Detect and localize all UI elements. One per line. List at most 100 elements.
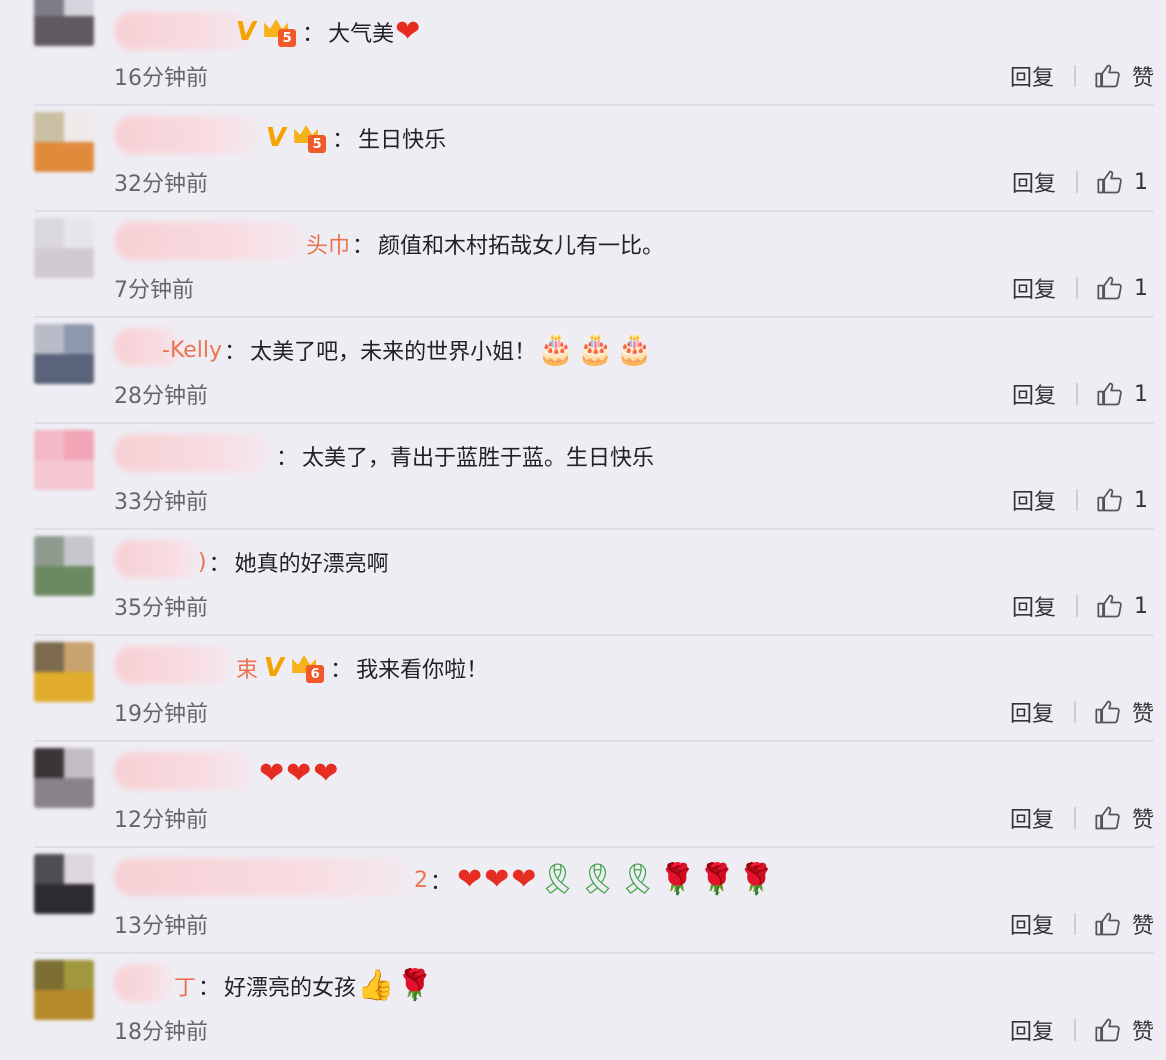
comment-actions: 回复 1: [1012, 586, 1154, 626]
thumbs-up-icon[interactable]: [1096, 592, 1124, 620]
avatar[interactable]: [34, 960, 94, 1020]
user-name-blurred[interactable]: [114, 222, 306, 260]
comment-row: ❤ ❤ ❤ 12分钟前 回复 赞: [0, 742, 1166, 848]
user-name-blurred[interactable]: [114, 116, 260, 154]
ribbon-emoji-icon: 🎗: [618, 862, 657, 897]
user-name-blurred[interactable]: [114, 752, 254, 790]
user-name-blurred[interactable]: [114, 964, 174, 1002]
verified-v-icon: V: [233, 17, 259, 47]
reply-button[interactable]: 回复: [1012, 166, 1056, 198]
reply-button[interactable]: 回复: [1010, 1014, 1054, 1046]
user-name-blurred[interactable]: [114, 858, 412, 896]
comment-line: 丁 ： 好漂亮的女孩 👍 🌹: [174, 968, 434, 1003]
comment-actions: 回复 赞: [1010, 904, 1154, 944]
user-name-blurred[interactable]: [114, 540, 202, 578]
vip-crown-icon: 5: [262, 17, 297, 47]
like-button[interactable]: 赞: [1132, 696, 1154, 728]
comment-time: 35分钟前: [114, 596, 208, 621]
heart-emoji-icon: ❤: [313, 756, 339, 791]
heart-emoji-icon: ❤: [286, 756, 312, 791]
avatar[interactable]: [34, 0, 94, 46]
thumbs-up-icon[interactable]: [1094, 62, 1122, 90]
avatar[interactable]: [34, 218, 94, 278]
thumbs-up-icon[interactable]: [1094, 698, 1122, 726]
user-name-tail[interactable]: 丁: [174, 970, 196, 1002]
heart-emoji-icon: ❤: [395, 14, 421, 49]
like-count[interactable]: 1: [1134, 488, 1154, 513]
avatar[interactable]: [34, 748, 94, 808]
comment-line: ) ： 她真的好漂亮啊: [198, 540, 389, 584]
comment-line: 2 ： ❤ ❤ ❤ 🎗 🎗 🎗 🌹 🌹 🌹: [414, 862, 775, 897]
thumbs-up-icon[interactable]: [1094, 910, 1122, 938]
vip-crown-icon: 6: [290, 653, 325, 683]
rose-emoji-icon: 🌹: [737, 862, 775, 897]
comment-time: 7分钟前: [114, 278, 194, 303]
comment-text: 她真的好漂亮啊: [234, 552, 389, 577]
comment-line: V 5 ： 生日快乐: [263, 123, 447, 153]
comment-actions: 回复 赞: [1010, 1010, 1154, 1050]
comment-time: 28分钟前: [114, 384, 208, 409]
like-button[interactable]: 赞: [1132, 908, 1154, 940]
comment-line: -Kelly ： 太美了吧，未来的世界小姐！ 🎂 🎂 🎂: [162, 332, 654, 367]
cake-emoji-icon: 🎂: [576, 332, 614, 367]
comment-actions: 回复 赞: [1010, 798, 1154, 838]
reply-button[interactable]: 回复: [1012, 272, 1056, 304]
reply-button[interactable]: 回复: [1010, 696, 1054, 728]
like-button[interactable]: 赞: [1132, 1014, 1154, 1046]
heart-emoji-icon: ❤: [457, 862, 483, 897]
heart-emoji-icon: ❤: [259, 756, 285, 791]
user-name-blurred[interactable]: [114, 12, 254, 50]
comment-actions: 回复 赞: [1010, 56, 1154, 96]
reply-button[interactable]: 回复: [1010, 908, 1054, 940]
user-name-tail[interactable]: -Kelly: [162, 338, 222, 363]
reply-button[interactable]: 回复: [1012, 590, 1056, 622]
user-name-tail[interactable]: 2: [414, 868, 428, 893]
user-name-tail[interactable]: ): [198, 550, 207, 575]
avatar[interactable]: [34, 324, 94, 384]
comment-row: ： 太美了，青出于蓝胜于蓝。生日快乐 33分钟前 回复 1: [0, 424, 1166, 530]
thumbs-up-icon[interactable]: [1096, 274, 1124, 302]
thumbs-up-icon[interactable]: [1096, 380, 1124, 408]
avatar[interactable]: [34, 642, 94, 702]
comment-row: 丁 ： 好漂亮的女孩 👍 🌹 18分钟前 回复 赞: [0, 954, 1166, 1060]
like-button[interactable]: 赞: [1132, 60, 1154, 92]
user-name-blurred[interactable]: [114, 434, 272, 472]
comment-text: 生日快乐: [358, 128, 447, 153]
avatar[interactable]: [34, 854, 94, 914]
reply-button[interactable]: 回复: [1012, 484, 1056, 516]
comment-row: 头巾 ： 颜值和木村拓哉女儿有一比。 7分钟前 回复 1: [0, 212, 1166, 318]
like-count[interactable]: 1: [1134, 382, 1154, 407]
reply-button[interactable]: 回复: [1010, 60, 1054, 92]
thumbs-up-icon[interactable]: [1096, 168, 1124, 196]
thumbs-up-icon[interactable]: [1094, 804, 1122, 832]
ribbon-emoji-icon: 🎗: [578, 862, 617, 897]
divider: [1073, 1019, 1076, 1041]
reply-button[interactable]: 回复: [1010, 802, 1054, 834]
thumbs-up-icon[interactable]: [1096, 486, 1124, 514]
comment-row: 2 ： ❤ ❤ ❤ 🎗 🎗 🎗 🌹 🌹 🌹 13分钟前 回复 赞: [0, 848, 1166, 954]
comment-time: 13分钟前: [114, 914, 208, 939]
like-count[interactable]: 1: [1134, 594, 1154, 619]
user-name-blurred[interactable]: [114, 646, 234, 684]
avatar[interactable]: [34, 112, 94, 172]
heart-emoji-icon: ❤: [511, 862, 537, 897]
comment-row: V 5 ： 生日快乐 32分钟前 回复 1: [0, 106, 1166, 212]
like-button[interactable]: 赞: [1132, 802, 1154, 834]
thumbs-up-icon[interactable]: [1094, 1016, 1122, 1044]
like-count[interactable]: 1: [1134, 170, 1154, 195]
comment-text: 大气美: [328, 22, 395, 47]
avatar[interactable]: [34, 430, 94, 490]
cake-emoji-icon: 🎂: [615, 332, 654, 367]
ribbon-emoji-icon: 🎗: [538, 862, 577, 897]
heart-emoji-icon: ❤: [484, 862, 510, 897]
like-count[interactable]: 1: [1134, 276, 1154, 301]
comment-time: 33分钟前: [114, 490, 208, 515]
user-name-tail[interactable]: 束: [236, 652, 258, 684]
comment-time: 12分钟前: [114, 808, 208, 833]
user-name-tail[interactable]: 头巾: [306, 228, 350, 260]
divider: [1076, 595, 1078, 617]
reply-button[interactable]: 回复: [1012, 378, 1056, 410]
divider: [1076, 489, 1078, 511]
comment-time: 18分钟前: [114, 1020, 208, 1045]
avatar[interactable]: [34, 536, 94, 596]
